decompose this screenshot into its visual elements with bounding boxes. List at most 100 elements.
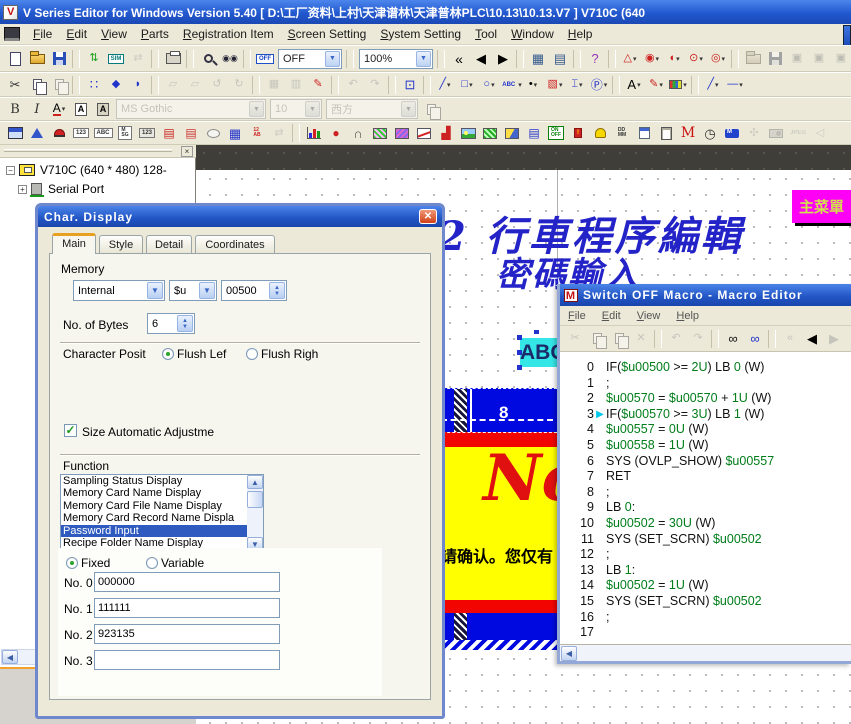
graphic-part-icon[interactable] xyxy=(501,123,523,143)
code-line-11[interactable]: 11SYS (SET_SCRN) $u00502 xyxy=(570,532,851,548)
calendar-part-icon[interactable]: DDMM xyxy=(611,123,633,143)
circle-tool-icon[interactable]: ○▾ xyxy=(478,75,500,95)
font-color-icon[interactable]: A▾ xyxy=(48,99,70,119)
code-line-1[interactable]: 1; xyxy=(570,376,851,392)
chevron-down-icon[interactable]: ▼ xyxy=(147,282,163,299)
menu-item-view[interactable]: View xyxy=(94,25,134,43)
code-line-8[interactable]: 8; xyxy=(570,485,851,501)
menu-item-registration-item[interactable]: Registration Item xyxy=(176,25,281,43)
preview-icon[interactable]: ◉◉ xyxy=(219,49,241,69)
menu-item-system-setting[interactable]: System Setting xyxy=(373,25,468,43)
collapse-icon[interactable]: − xyxy=(6,166,15,175)
cut-icon[interactable]: ✂ xyxy=(4,75,26,95)
message-part-icon[interactable]: MSG xyxy=(114,123,136,143)
menu-item-screen-setting[interactable]: Screen Setting xyxy=(281,25,374,43)
state-select[interactable]: OFF▼ xyxy=(278,49,342,69)
copy-icon[interactable] xyxy=(26,75,48,95)
overlap-icon[interactable]: ◗ xyxy=(127,75,149,95)
italic-icon[interactable]: I xyxy=(26,99,48,119)
chevron-down-icon[interactable]: ▼ xyxy=(401,101,416,117)
rect-tool-icon[interactable]: □▾ xyxy=(456,75,478,95)
clipboard-part-icon[interactable] xyxy=(655,123,677,143)
entry-keypad-part-icon[interactable]: ▦ xyxy=(224,123,246,143)
menu-item-edit[interactable]: Edit xyxy=(59,25,94,43)
menu-item-edit[interactable]: Edit xyxy=(594,308,629,324)
draw-circle-icon[interactable]: ◉▾ xyxy=(641,49,663,69)
spinner-arrows-icon[interactable]: ▲▼ xyxy=(177,315,193,332)
radio-flush-righ[interactable] xyxy=(246,348,258,360)
code-line-15[interactable]: 15SYS (SET_SCRN) $u00502 xyxy=(570,594,851,610)
scrollbar-thumb[interactable] xyxy=(247,491,263,508)
dialog-close-icon[interactable]: ✕ xyxy=(419,209,437,224)
palette-icon[interactable]: ▾ xyxy=(667,75,689,95)
function-item-password-input[interactable]: Password Input xyxy=(61,525,263,537)
scroll-left-icon[interactable]: ◀ xyxy=(2,650,18,664)
macro-horizontal-scrollbar[interactable]: ◀ xyxy=(560,644,851,661)
macro-replace-icon[interactable]: ∞ xyxy=(744,329,766,349)
chevron-down-icon[interactable]: ▼ xyxy=(249,101,264,117)
comment-part-icon[interactable] xyxy=(202,123,224,143)
char-display-part-icon[interactable]: ABC xyxy=(92,123,114,143)
selection-handle[interactable] xyxy=(517,350,522,355)
code-line-9[interactable]: 9LB 0: xyxy=(570,500,851,516)
draw-sector-icon[interactable]: ◎▾ xyxy=(707,49,729,69)
dot-tool-icon[interactable]: •▾ xyxy=(522,75,544,95)
scroll-up-icon[interactable]: ▲ xyxy=(247,475,263,489)
select-mode-icon[interactable]: ⊡ xyxy=(399,75,421,95)
selection-handle[interactable] xyxy=(534,330,539,334)
chevron-down-icon[interactable]: ▼ xyxy=(416,51,431,67)
screen-grid-icon[interactable]: ▦ xyxy=(527,49,549,69)
text-tool-icon[interactable]: ABC▾ xyxy=(500,75,522,95)
memory-address-stepper[interactable]: 00500▲▼ xyxy=(221,280,287,301)
code-line-16[interactable]: 16; xyxy=(570,610,851,626)
code-line-0[interactable]: 0IF($u00500 >= 2U) LB 0 (W) xyxy=(570,360,851,376)
new-file-icon[interactable] xyxy=(4,49,26,69)
fast-back-icon[interactable]: « xyxy=(448,49,470,69)
radio-flush-lef[interactable] xyxy=(162,348,174,360)
menu-item-file[interactable]: File xyxy=(26,25,59,43)
macro-title-bar[interactable]: M Switch OFF Macro - Macro Editor xyxy=(560,284,851,306)
stat-bar-part-icon[interactable]: ▟ xyxy=(435,123,457,143)
function-item-memory-card-file-name-display[interactable]: Memory Card File Name Display xyxy=(61,500,263,512)
code-line-10[interactable]: 10$u00502 = 30U (W) xyxy=(570,516,851,532)
pattern-part-icon[interactable] xyxy=(479,123,501,143)
pattern-tool-icon[interactable]: Ⓟ▾ xyxy=(588,75,610,95)
code-line-13[interactable]: 13LB 1: xyxy=(570,563,851,579)
menu-item-parts[interactable]: Parts xyxy=(134,25,176,43)
macro-back-icon[interactable]: ◀ xyxy=(801,329,823,349)
data-block-part-icon[interactable]: ▤ xyxy=(523,123,545,143)
simulator-icon[interactable]: SIM xyxy=(105,49,127,69)
note-panel[interactable]: No 请确认。您仅有 xyxy=(437,447,557,600)
switch-part-icon[interactable] xyxy=(4,123,26,143)
line-tool-icon[interactable]: ╱▾ xyxy=(434,75,456,95)
menu-item-tool[interactable]: Tool xyxy=(468,25,504,43)
memory-card-part-icon[interactable] xyxy=(721,123,743,143)
code-line-4[interactable]: 4$u00557 = 0U (W) xyxy=(570,422,851,438)
scroll-left-icon[interactable]: ◀ xyxy=(561,646,577,661)
ungroup-icon[interactable]: ◆ xyxy=(105,75,127,95)
floating-toolbar-fragment[interactable] xyxy=(843,25,851,47)
download-transfer-icon[interactable]: ⇅ xyxy=(83,49,105,69)
text-color-icon[interactable]: A▾ xyxy=(623,75,645,95)
code-line-12[interactable]: 12; xyxy=(570,547,851,563)
table-part-icon[interactable]: 123 xyxy=(136,123,158,143)
measure-tool-icon[interactable]: ⌶▾ xyxy=(566,75,588,95)
selection-handle[interactable] xyxy=(517,365,522,370)
numeric-display-row[interactable] xyxy=(437,613,557,640)
expand-icon[interactable]: + xyxy=(18,185,27,194)
pen-color-icon[interactable]: ✎▾ xyxy=(645,75,667,95)
bar-graph-part-icon[interactable] xyxy=(303,123,325,143)
listbox-scrollbar[interactable]: ▲ ▼ xyxy=(247,475,263,551)
graph-block-part-icon[interactable]: ▤ xyxy=(158,123,180,143)
dialog-title-bar[interactable]: Char. Display xyxy=(38,206,442,227)
back-screen-icon[interactable]: ◀ xyxy=(470,49,492,69)
pie-graph-part-icon[interactable]: ● xyxy=(325,123,347,143)
bold-icon[interactable]: B xyxy=(4,99,26,119)
tab-main[interactable]: Main xyxy=(52,233,96,254)
macro-code-area[interactable]: 0IF($u00500 >= 2U) LB 0 (W)1;2$u00570 = … xyxy=(560,352,851,644)
chevron-down-icon[interactable]: ▼ xyxy=(305,101,320,117)
brush-icon[interactable]: ✎ xyxy=(307,75,329,95)
chevron-down-icon[interactable]: ▼ xyxy=(199,282,215,299)
function-item-memory-card-name-display[interactable]: Memory Card Name Display xyxy=(61,487,263,499)
buzzer-part-icon[interactable] xyxy=(589,123,611,143)
